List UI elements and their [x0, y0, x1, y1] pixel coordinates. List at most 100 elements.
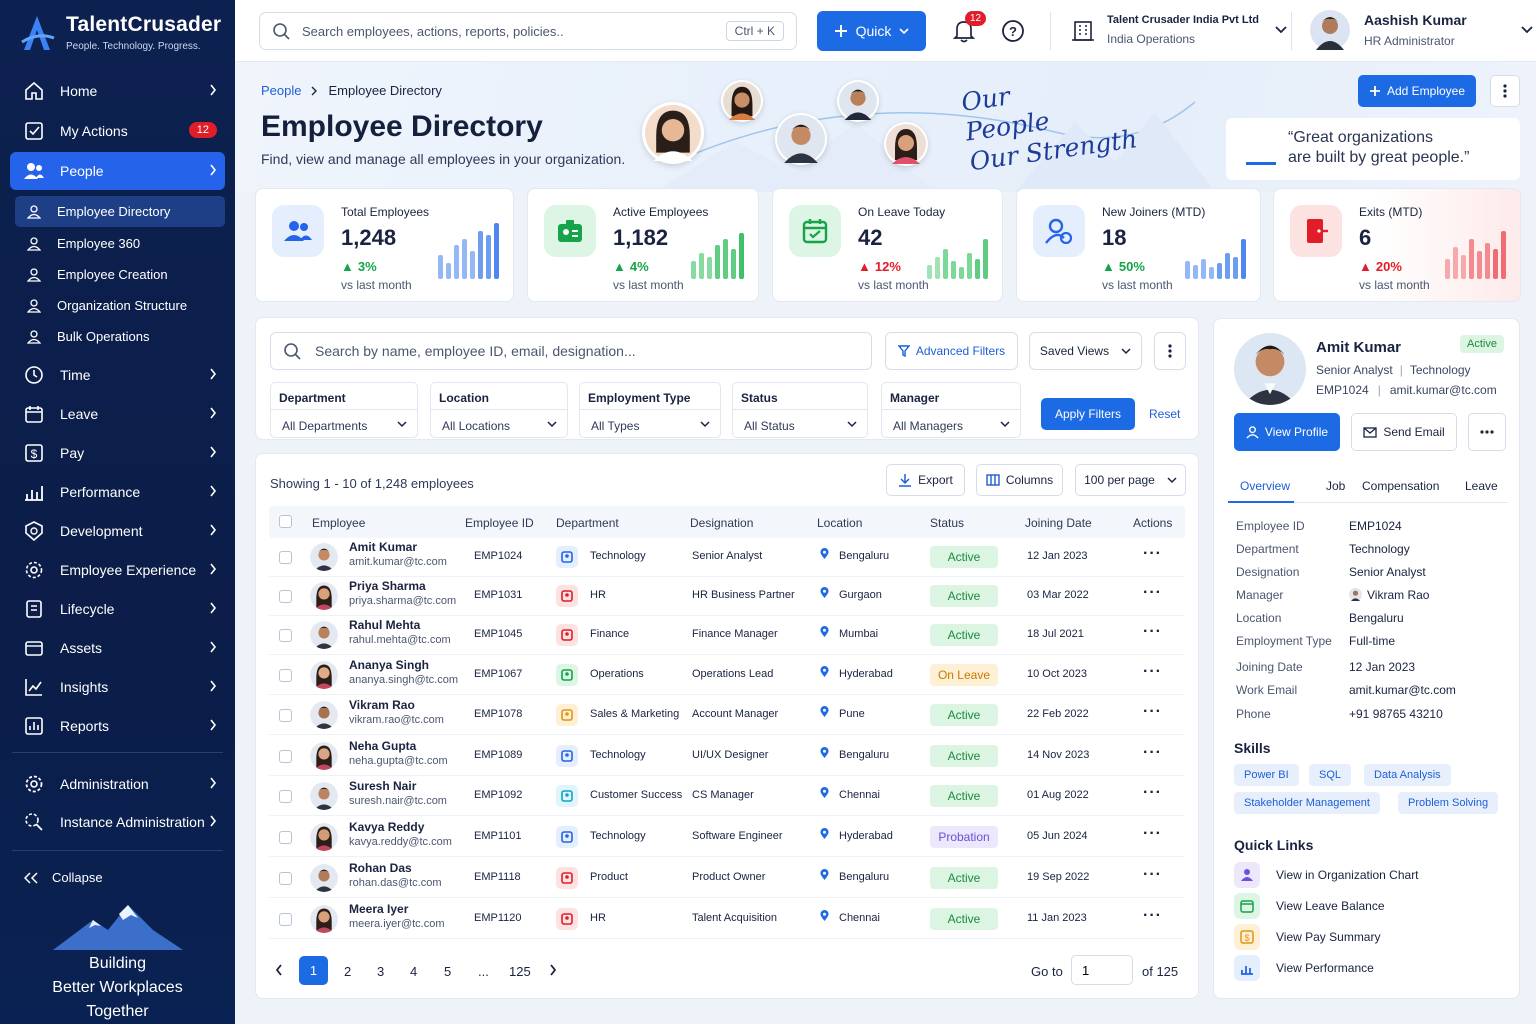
- sidebar-item-my-actions[interactable]: My Actions 12: [10, 112, 225, 150]
- saved-views-dropdown[interactable]: Saved Views: [1029, 332, 1142, 370]
- location-select[interactable]: Location All Locations: [430, 382, 568, 438]
- page-button-125[interactable]: 125: [509, 964, 531, 979]
- page-button-3[interactable]: 3: [377, 964, 384, 979]
- row-checkbox[interactable]: [279, 629, 292, 642]
- export-button[interactable]: Export: [886, 464, 965, 496]
- employee-name-cell[interactable]: Suresh Nair suresh.nair@tc.com: [349, 779, 447, 807]
- sidebar-item-assets[interactable]: Assets: [10, 629, 225, 667]
- chevron-right-icon[interactable]: [549, 964, 557, 976]
- status-select[interactable]: Status All Status: [732, 382, 868, 438]
- employee-name-cell[interactable]: Rahul Mehta rahul.mehta@tc.com: [349, 618, 451, 646]
- row-actions-button[interactable]: ···: [1143, 663, 1162, 681]
- quick-link-org-chart[interactable]: View in Organization Chart: [1234, 862, 1419, 888]
- tab-job[interactable]: Job: [1326, 479, 1345, 493]
- row-actions-button[interactable]: ···: [1143, 907, 1162, 925]
- table-row[interactable]: Amit Kumar amit.kumar@tc.com EMP1024 Techno…: [269, 537, 1185, 577]
- sidebar-sub-employee-360[interactable]: Employee 360: [15, 228, 225, 259]
- row-actions-button[interactable]: ···: [1143, 866, 1162, 884]
- page-button-5[interactable]: 5: [444, 964, 451, 979]
- sidebar-item-pay[interactable]: $ Pay: [10, 434, 225, 472]
- table-row[interactable]: Rohan Das rohan.das@tc.com EMP1118 Product P…: [269, 858, 1185, 898]
- employment-type-select[interactable]: Employment Type All Types: [579, 382, 721, 438]
- breadcrumb-people[interactable]: People: [261, 83, 301, 98]
- column-header-employee[interactable]: Employee: [312, 516, 365, 530]
- help-button[interactable]: ?: [1001, 19, 1025, 43]
- page-button-1[interactable]: 1: [299, 956, 328, 985]
- select-all-checkbox[interactable]: [279, 515, 292, 528]
- quick-button[interactable]: Quick: [817, 11, 926, 51]
- apply-filters-button[interactable]: Apply Filters: [1041, 398, 1135, 430]
- app-logo[interactable]: TalentCrusader People. Technology. Progr…: [20, 12, 221, 52]
- row-checkbox[interactable]: [279, 913, 292, 926]
- sidebar-sub-employee-creation[interactable]: Employee Creation: [15, 259, 225, 290]
- kpi-new-joiners[interactable]: New Joiners (MTD) 18 ▲ 50% vs last month: [1016, 188, 1261, 302]
- manager-select[interactable]: Manager All Managers: [881, 382, 1021, 438]
- department-select[interactable]: Department All Departments: [270, 382, 418, 438]
- goto-page-input[interactable]: [1071, 955, 1133, 985]
- filter-more-button[interactable]: [1154, 332, 1186, 370]
- employee-name-cell[interactable]: Ananya Singh ananya.singh@tc.com: [349, 658, 458, 686]
- column-header-designation[interactable]: Designation: [690, 516, 753, 530]
- employee-name-cell[interactable]: Rohan Das rohan.das@tc.com: [349, 861, 442, 889]
- page-button-2[interactable]: 2: [344, 964, 351, 979]
- tab-overview[interactable]: Overview: [1240, 479, 1290, 493]
- employee-name-cell[interactable]: Amit Kumar amit.kumar@tc.com: [349, 540, 447, 568]
- column-header-location[interactable]: Location: [817, 516, 862, 530]
- table-row[interactable]: Rahul Mehta rahul.mehta@tc.com EMP1045 Fina…: [269, 615, 1185, 655]
- tab-compensation[interactable]: Compensation: [1362, 479, 1439, 493]
- column-header-employee-id[interactable]: Employee ID: [465, 516, 534, 530]
- table-row[interactable]: Meera Iyer meera.iyer@tc.com EMP1120 HR Tale…: [269, 899, 1185, 939]
- notifications-button[interactable]: 12: [953, 11, 987, 43]
- quick-link-leave-balance[interactable]: View Leave Balance: [1234, 893, 1385, 919]
- page-button-4[interactable]: 4: [410, 964, 417, 979]
- sidebar-sub-employee-directory[interactable]: Employee Directory: [15, 196, 225, 227]
- employee-search-input[interactable]: Search by name, employee ID, email, desi…: [270, 332, 872, 370]
- table-row[interactable]: Suresh Nair suresh.nair@tc.com EMP1092 Cust…: [269, 776, 1185, 816]
- sidebar-item-leave[interactable]: Leave: [10, 395, 225, 433]
- sidebar-item-time[interactable]: Time: [10, 356, 225, 394]
- table-row[interactable]: Vikram Rao vikram.rao@tc.com EMP1078 Sales …: [269, 695, 1185, 735]
- columns-button[interactable]: Columns: [976, 464, 1063, 496]
- table-row[interactable]: Kavya Reddy kavya.reddy@tc.com EMP1101 Tech…: [269, 817, 1185, 857]
- row-actions-button[interactable]: ···: [1143, 623, 1162, 641]
- row-checkbox[interactable]: [279, 669, 292, 682]
- page-more-button[interactable]: [1490, 75, 1520, 107]
- kpi-on-leave-today[interactable]: On Leave Today 42 ▲ 12% vs last month: [772, 188, 1003, 302]
- row-checkbox[interactable]: [279, 750, 292, 763]
- sidebar-item-insights[interactable]: Insights: [10, 668, 225, 706]
- table-row[interactable]: Neha Gupta neha.gupta@tc.com EMP1089 Techno…: [269, 736, 1185, 776]
- advanced-filters-button[interactable]: Advanced Filters: [885, 332, 1018, 370]
- row-checkbox[interactable]: [279, 709, 292, 722]
- employee-name-cell[interactable]: Neha Gupta neha.gupta@tc.com: [349, 739, 448, 767]
- table-row[interactable]: Ananya Singh ananya.singh@tc.com EMP1067 Op…: [269, 655, 1185, 695]
- sidebar-item-lifecycle[interactable]: Lifecycle: [10, 590, 225, 628]
- kpi-active-employees[interactable]: Active Employees 1,182 ▲ 4% vs last month: [527, 188, 759, 302]
- employee-name-cell[interactable]: Priya Sharma priya.sharma@tc.com: [349, 579, 456, 607]
- sidebar-item-people[interactable]: People: [10, 152, 225, 190]
- user-menu[interactable]: Aashish Kumar HR Administrator: [1310, 10, 1533, 50]
- quick-link-performance[interactable]: View Performance: [1234, 955, 1374, 981]
- kpi-exits[interactable]: Exits (MTD) 6 ▲ 20% vs last month: [1273, 188, 1521, 302]
- row-actions-button[interactable]: ···: [1143, 584, 1162, 602]
- sidebar-item-development[interactable]: Development: [10, 512, 225, 550]
- employee-name-cell[interactable]: Meera Iyer meera.iyer@tc.com: [349, 902, 445, 930]
- row-actions-button[interactable]: ···: [1143, 784, 1162, 802]
- row-actions-button[interactable]: ···: [1143, 825, 1162, 843]
- sidebar-sub-bulk-operations[interactable]: Bulk Operations: [15, 321, 225, 352]
- row-checkbox[interactable]: [279, 551, 292, 564]
- send-email-button[interactable]: Send Email: [1351, 413, 1457, 451]
- collapse-button[interactable]: Collapse: [24, 870, 103, 885]
- row-actions-button[interactable]: ···: [1143, 545, 1162, 563]
- tab-leave[interactable]: Leave: [1465, 479, 1498, 493]
- table-row[interactable]: Priya Sharma priya.sharma@tc.com EMP1031 HR…: [269, 576, 1185, 616]
- row-checkbox[interactable]: [279, 831, 292, 844]
- global-search-input[interactable]: Search employees, actions, reports, poli…: [259, 12, 797, 50]
- profile-more-button[interactable]: [1468, 413, 1506, 451]
- sidebar-sub-organization-structure[interactable]: Organization Structure: [15, 290, 225, 321]
- kpi-total-employees[interactable]: Total Employees 1,248 ▲ 3% vs last month: [255, 188, 514, 302]
- sidebar-item-administration[interactable]: Administration: [10, 765, 225, 803]
- add-employee-button[interactable]: Add Employee: [1358, 75, 1476, 107]
- per-page-dropdown[interactable]: 100 per page: [1075, 464, 1186, 496]
- reset-filters-link[interactable]: Reset: [1149, 407, 1180, 421]
- column-header-status[interactable]: Status: [930, 516, 964, 530]
